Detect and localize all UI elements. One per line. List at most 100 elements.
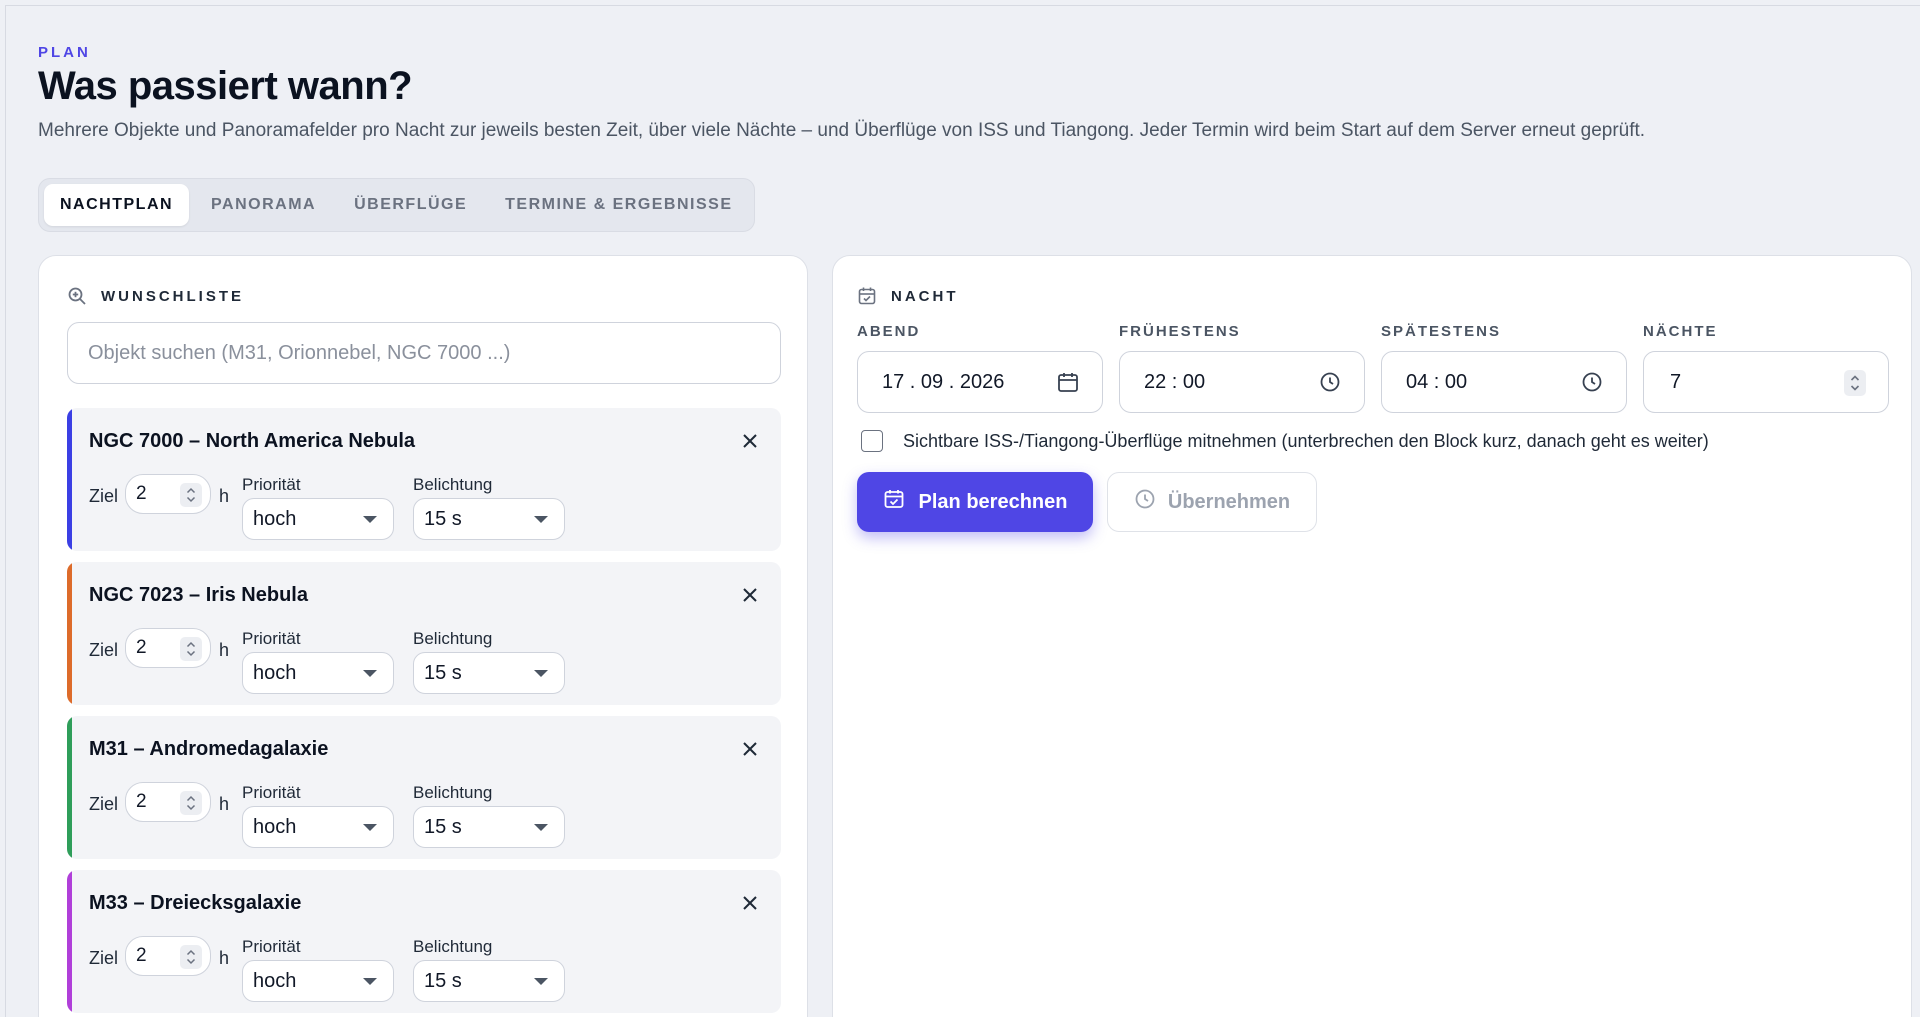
fruehestens-label: FRÜHESTENS xyxy=(1119,323,1241,340)
page-title: Was passiert wann? xyxy=(38,64,413,108)
app-frame: PLAN Was passiert wann? Mehrere Objekte … xyxy=(5,5,1920,1017)
overflights-checkbox[interactable] xyxy=(861,430,883,452)
number-spinner-icon[interactable] xyxy=(1844,370,1866,396)
calendar-icon[interactable] xyxy=(1056,370,1080,400)
calendar-check-icon xyxy=(857,286,877,306)
ziel-hours-stepper[interactable]: 2 xyxy=(125,628,211,668)
close-icon xyxy=(737,896,763,920)
wishlist-heading-label: WUNSCHLISTE xyxy=(101,287,244,305)
number-spinner-icon[interactable] xyxy=(180,791,202,815)
exposure-value: 15 s xyxy=(424,661,462,684)
priority-value: hoch xyxy=(253,661,297,684)
target-item: NGC 7023 – Iris Nebula Ziel 2 h Priorität hoc… xyxy=(67,562,781,705)
chevron-down-icon xyxy=(534,978,548,985)
priority-select[interactable]: hoch xyxy=(242,498,394,540)
wishlist-card: WUNSCHLISTE NGC 7000 – North America Neb… xyxy=(38,255,808,1017)
ziel-hours-stepper[interactable]: 2 xyxy=(125,936,211,976)
tab-termine-ergebnisse[interactable]: TERMINE & ERGEBNISSE xyxy=(489,184,748,226)
zoom-in-icon xyxy=(67,286,87,306)
hours-unit-label: h xyxy=(219,640,230,660)
close-icon xyxy=(737,588,763,612)
target-color-bar xyxy=(67,562,72,705)
apply-label: Übernehmen xyxy=(1167,490,1291,513)
tab-ueberfluege[interactable]: ÜBERFLÜGE xyxy=(338,184,483,226)
remove-target-button[interactable] xyxy=(737,736,763,762)
night-card: NACHT ABEND 17 . 09 . 2026 FRÜHESTENS 22… xyxy=(832,255,1912,1017)
naechte-number-input[interactable]: 7 xyxy=(1643,351,1889,413)
ziel-label: Ziel xyxy=(89,640,119,660)
ziel-hours-value: 2 xyxy=(136,483,147,504)
exposure-select[interactable]: 15 s xyxy=(413,806,565,848)
spaetestens-time-input[interactable]: 04 : 00 xyxy=(1381,351,1627,413)
priority-select[interactable]: hoch xyxy=(242,652,394,694)
target-color-bar xyxy=(67,716,72,859)
ziel-hours-value: 2 xyxy=(136,637,147,658)
number-spinner-icon[interactable] xyxy=(180,945,202,969)
exposure-label: Belichtung xyxy=(413,629,493,648)
close-icon xyxy=(737,742,763,766)
ziel-hours-stepper[interactable]: 2 xyxy=(125,782,211,822)
number-spinner-icon[interactable] xyxy=(180,637,202,661)
priority-select[interactable]: hoch xyxy=(242,806,394,848)
spaetestens-time-value: 04 : 00 xyxy=(1406,370,1468,393)
hours-unit-label: h xyxy=(219,948,230,968)
remove-target-button[interactable] xyxy=(737,428,763,454)
close-icon xyxy=(737,434,763,458)
abend-label: ABEND xyxy=(857,323,921,340)
target-name: NGC 7000 – North America Nebula xyxy=(89,430,416,452)
spaetestens-label: SPÄTESTENS xyxy=(1381,323,1502,340)
object-search-input[interactable] xyxy=(67,322,781,384)
tab-panorama[interactable]: PANORAMA xyxy=(195,184,332,226)
exposure-value: 15 s xyxy=(424,969,462,992)
ziel-label: Ziel xyxy=(89,794,119,814)
ziel-label: Ziel xyxy=(89,486,119,506)
chevron-down-icon xyxy=(363,824,377,831)
exposure-select[interactable]: 15 s xyxy=(413,960,565,1002)
target-color-bar xyxy=(67,408,72,551)
target-name: M31 – Andromedagalaxie xyxy=(89,738,329,760)
tab-nachtplan[interactable]: NACHTPLAN xyxy=(44,184,190,226)
apply-button[interactable]: Übernehmen xyxy=(1107,472,1317,532)
naechte-label: NÄCHTE xyxy=(1643,323,1718,340)
fruehestens-time-input[interactable]: 22 : 00 xyxy=(1119,351,1365,413)
calendar-check-icon xyxy=(883,488,905,516)
target-name: M33 – Dreiecksgalaxie xyxy=(89,892,302,914)
chevron-down-icon xyxy=(534,670,548,677)
clock-icon[interactable] xyxy=(1580,370,1604,400)
remove-target-button[interactable] xyxy=(737,582,763,608)
exposure-select[interactable]: 15 s xyxy=(413,652,565,694)
target-item: M33 – Dreiecksgalaxie Ziel 2 h Priorität hoch… xyxy=(67,870,781,1013)
hours-unit-label: h xyxy=(219,794,230,814)
overflights-checkbox-row[interactable]: Sichtbare ISS-/Tiangong-Überflüge mitneh… xyxy=(861,430,1709,452)
night-heading-label: NACHT xyxy=(891,287,959,305)
wishlist-heading: WUNSCHLISTE xyxy=(67,286,244,306)
clock-icon[interactable] xyxy=(1318,370,1342,400)
abend-date-input[interactable]: 17 . 09 . 2026 xyxy=(857,351,1103,413)
exposure-value: 15 s xyxy=(424,815,462,838)
hours-unit-label: h xyxy=(219,486,230,506)
exposure-value: 15 s xyxy=(424,507,462,530)
priority-label: Priorität xyxy=(242,783,301,802)
chevron-down-icon xyxy=(363,978,377,985)
priority-label: Priorität xyxy=(242,629,301,648)
exposure-select[interactable]: 15 s xyxy=(413,498,565,540)
priority-value: hoch xyxy=(253,507,297,530)
chevron-down-icon xyxy=(534,824,548,831)
priority-select[interactable]: hoch xyxy=(242,960,394,1002)
ziel-hours-value: 2 xyxy=(136,945,147,966)
ziel-label: Ziel xyxy=(89,948,119,968)
exposure-label: Belichtung xyxy=(413,475,493,494)
number-spinner-icon[interactable] xyxy=(180,483,202,507)
calculate-plan-button[interactable]: Plan berechnen xyxy=(857,472,1093,532)
priority-label: Priorität xyxy=(242,475,301,494)
exposure-label: Belichtung xyxy=(413,937,493,956)
chevron-down-icon xyxy=(363,670,377,677)
priority-label: Priorität xyxy=(242,937,301,956)
priority-value: hoch xyxy=(253,815,297,838)
ziel-hours-stepper[interactable]: 2 xyxy=(125,474,211,514)
night-heading: NACHT xyxy=(857,286,959,306)
clock-icon xyxy=(1134,488,1156,516)
remove-target-button[interactable] xyxy=(737,890,763,916)
tab-bar: NACHTPLAN PANORAMA ÜBERFLÜGE TERMINE & E… xyxy=(38,178,755,232)
page-subtitle: Mehrere Objekte und Panoramafelder pro N… xyxy=(38,120,1646,141)
